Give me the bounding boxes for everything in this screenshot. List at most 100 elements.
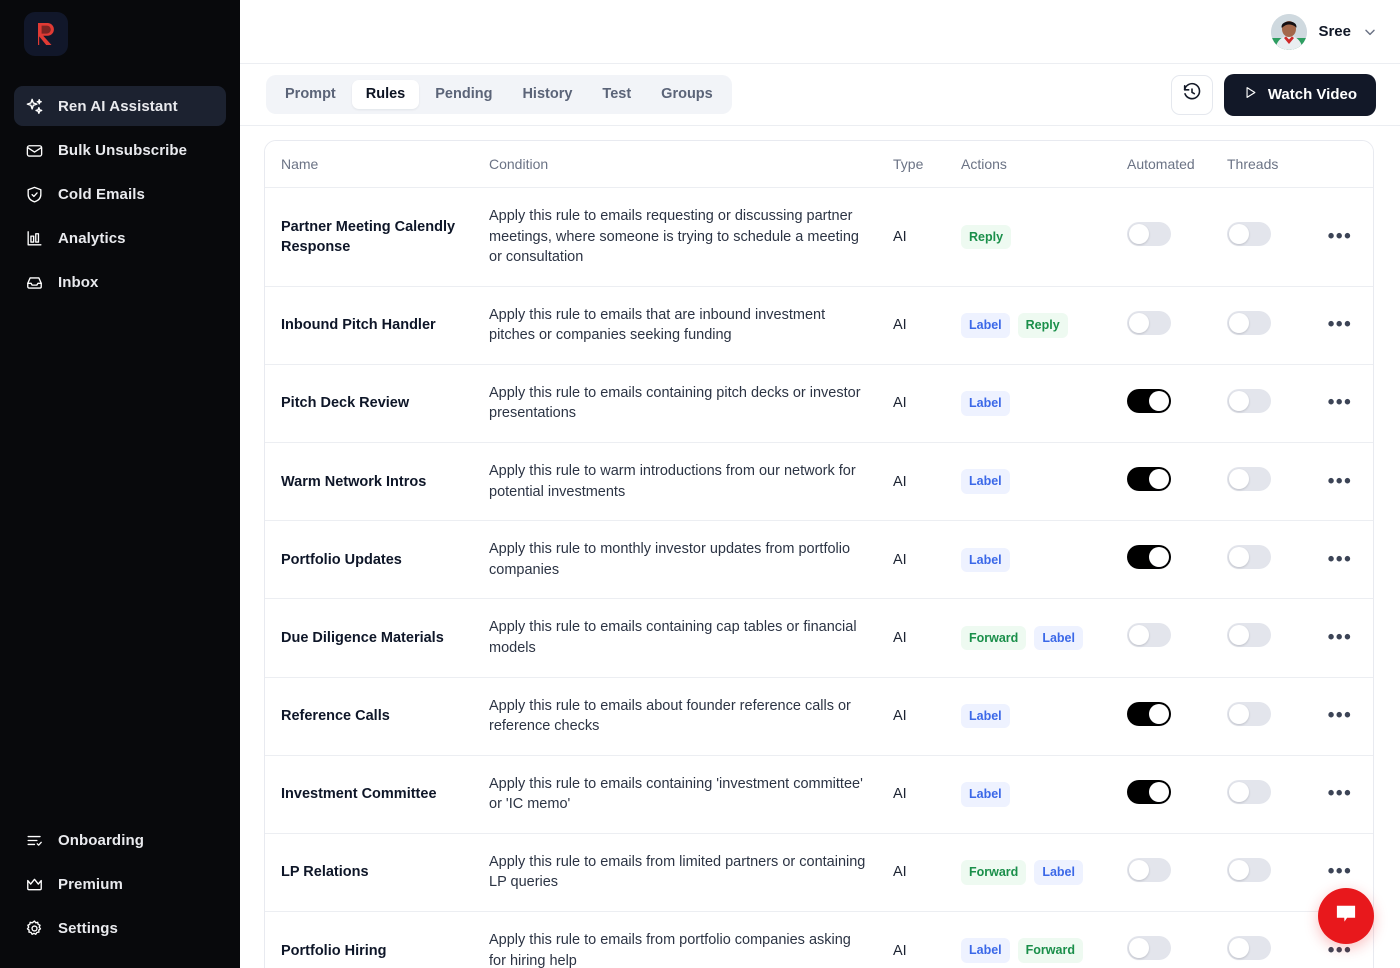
action-badge-group: Label: [961, 469, 1127, 494]
action-badge-label: Label: [961, 469, 1010, 494]
action-badge-forward: Forward: [1017, 938, 1083, 963]
table-row[interactable]: Partner Meeting Calendly Response Apply t…: [265, 187, 1373, 287]
automated-toggle[interactable]: [1127, 310, 1171, 335]
history-button[interactable]: [1170, 74, 1213, 115]
sidebar: Ren AI Assistant Bulk Unsubscribe Cold E…: [0, 0, 240, 968]
rule-condition: Apply this rule to emails that are inbou…: [489, 286, 893, 365]
rule-name: Investment Committee: [265, 755, 489, 834]
threads-toggle[interactable]: [1227, 467, 1271, 492]
table-row[interactable]: Portfolio Hiring Apply this rule to email…: [265, 911, 1373, 968]
sidebar-item-premium[interactable]: Premium: [14, 864, 226, 904]
rule-type: AI: [893, 364, 961, 444]
automated-toggle[interactable]: [1127, 623, 1171, 648]
table-row[interactable]: Reference Calls Apply this rule to emails…: [265, 677, 1373, 756]
row-menu-button[interactable]: •••: [1325, 781, 1355, 807]
table-row[interactable]: Inbound Pitch Handler Apply this rule to …: [265, 286, 1373, 365]
rule-actions: Label: [961, 364, 1127, 444]
rule-condition: Apply this rule to emails containing pit…: [489, 364, 893, 444]
rule-name: Pitch Deck Review: [265, 364, 489, 444]
tab-prompt[interactable]: Prompt: [271, 80, 350, 109]
action-badge-forward: Forward: [961, 860, 1027, 885]
column-header-name: Name: [265, 141, 489, 188]
threads-toggle[interactable]: [1227, 779, 1271, 804]
automated-toggle[interactable]: [1127, 857, 1171, 882]
threads-toggle[interactable]: [1227, 623, 1271, 648]
row-menu-button[interactable]: •••: [1325, 224, 1355, 250]
column-header-menu: [1325, 141, 1373, 188]
shield-check-icon: [24, 184, 44, 204]
avatar-photo: [1271, 13, 1308, 50]
user-menu[interactable]: Sree: [1271, 13, 1378, 50]
automated-cell: [1127, 911, 1227, 968]
threads-toggle[interactable]: [1227, 222, 1271, 247]
sidebar-item-cold-emails[interactable]: Cold Emails: [14, 174, 226, 214]
row-menu-cell: •••: [1325, 187, 1373, 287]
automated-cell: [1127, 520, 1227, 600]
rules-table-card: Name Condition Type Actions Automated Th…: [264, 140, 1374, 968]
threads-cell: [1227, 442, 1325, 522]
automated-toggle[interactable]: [1127, 545, 1171, 570]
action-badge-group: Label Reply: [961, 313, 1127, 338]
threads-cell: [1227, 755, 1325, 834]
table-row[interactable]: Pitch Deck Review Apply this rule to emai…: [265, 364, 1373, 444]
automated-toggle[interactable]: [1127, 779, 1171, 804]
tab-groups[interactable]: Groups: [647, 80, 727, 109]
tab-history[interactable]: History: [508, 80, 586, 109]
table-row[interactable]: Investment Committee Apply this rule to e…: [265, 755, 1373, 834]
threads-toggle[interactable]: [1227, 310, 1271, 335]
sidebar-item-ren-ai-assistant[interactable]: Ren AI Assistant: [14, 86, 226, 126]
row-menu-cell: •••: [1325, 364, 1373, 444]
threads-toggle[interactable]: [1227, 388, 1271, 413]
row-menu-button[interactable]: •••: [1325, 547, 1355, 573]
chevron-down-icon[interactable]: [1362, 24, 1378, 40]
automated-toggle[interactable]: [1127, 222, 1171, 247]
table-row[interactable]: Due Diligence Materials Apply this rule t…: [265, 598, 1373, 678]
rule-type: AI: [893, 755, 961, 834]
automated-toggle[interactable]: [1127, 467, 1171, 492]
automated-toggle[interactable]: [1127, 388, 1171, 413]
sparkles-icon: [24, 96, 44, 116]
rule-name: Partner Meeting Calendly Response: [265, 187, 489, 287]
automated-cell: [1127, 442, 1227, 522]
sidebar-item-onboarding[interactable]: Onboarding: [14, 820, 226, 860]
row-menu-button[interactable]: •••: [1325, 469, 1355, 495]
inbox-icon: [24, 272, 44, 292]
row-menu-button[interactable]: •••: [1325, 390, 1355, 416]
sidebar-item-label: Analytics: [58, 229, 126, 247]
column-header-automated: Automated: [1127, 141, 1227, 188]
table-row[interactable]: Warm Network Intros Apply this rule to wa…: [265, 442, 1373, 522]
threads-toggle[interactable]: [1227, 701, 1271, 726]
sidebar-item-inbox[interactable]: Inbox: [14, 262, 226, 302]
row-menu-button[interactable]: •••: [1325, 625, 1355, 651]
sidebar-item-analytics[interactable]: Analytics: [14, 218, 226, 258]
row-menu-button[interactable]: •••: [1325, 312, 1355, 338]
tab-rules[interactable]: Rules: [351, 80, 420, 109]
row-menu-cell: •••: [1325, 677, 1373, 756]
watch-video-button[interactable]: Watch Video: [1223, 73, 1376, 116]
row-menu-button[interactable]: •••: [1325, 859, 1355, 885]
automated-toggle[interactable]: [1127, 936, 1171, 961]
automated-toggle[interactable]: [1127, 701, 1171, 726]
table-row[interactable]: Portfolio Updates Apply this rule to mont…: [265, 520, 1373, 600]
table-row[interactable]: LP Relations Apply this rule to emails fr…: [265, 833, 1373, 912]
threads-toggle[interactable]: [1227, 936, 1271, 961]
gear-icon: [24, 918, 44, 938]
sidebar-item-bulk-unsubscribe[interactable]: Bulk Unsubscribe: [14, 130, 226, 170]
threads-toggle[interactable]: [1227, 545, 1271, 570]
column-header-type: Type: [893, 141, 961, 188]
column-header-threads: Threads: [1227, 141, 1325, 188]
rule-type: AI: [893, 286, 961, 365]
tab-test[interactable]: Test: [588, 80, 645, 109]
app-logo[interactable]: [24, 12, 68, 56]
row-menu-button[interactable]: •••: [1325, 703, 1355, 729]
sidebar-item-label: Settings: [58, 919, 118, 937]
logo-r-glyph: [38, 23, 54, 45]
chat-fab-button[interactable]: [1318, 888, 1374, 944]
logo-wrapper: [0, 0, 240, 68]
threads-toggle[interactable]: [1227, 857, 1271, 882]
tab-pending[interactable]: Pending: [421, 80, 506, 109]
watch-video-label: Watch Video: [1267, 86, 1357, 103]
sidebar-item-settings[interactable]: Settings: [14, 908, 226, 948]
bar-chart-icon: [24, 228, 44, 248]
rule-condition: Apply this rule to warm introductions fr…: [489, 442, 893, 522]
